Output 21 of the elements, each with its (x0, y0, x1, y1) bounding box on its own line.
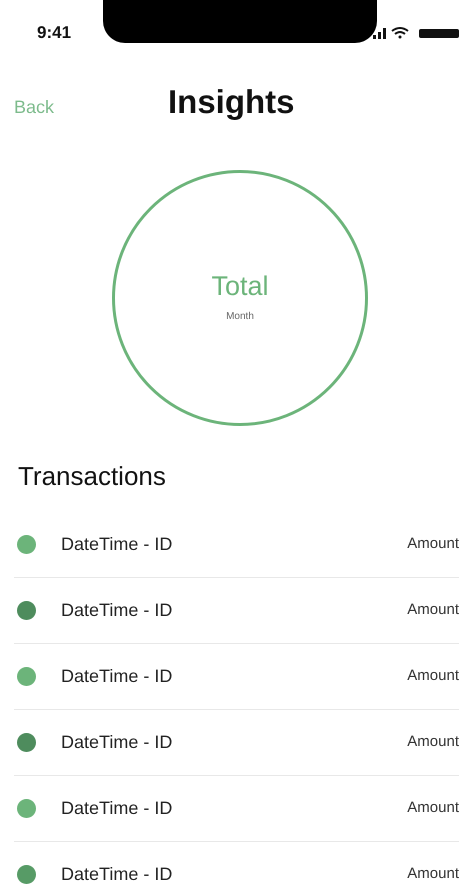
transaction-amount: Amount (407, 534, 459, 554)
wifi-icon (391, 27, 409, 38)
back-link[interactable]: Back (14, 94, 54, 121)
signal-icon (373, 28, 386, 39)
transaction-amount: Amount (407, 864, 459, 884)
transaction-amount: Amount (407, 732, 459, 752)
transaction-label: DateTime - ID (61, 731, 172, 754)
transaction-label: DateTime - ID (61, 797, 172, 820)
transaction-label: DateTime - ID (61, 599, 172, 622)
transaction-label: DateTime - ID (61, 533, 172, 556)
transaction-amount: Amount (407, 798, 459, 818)
transaction-label: DateTime - ID (61, 665, 172, 688)
transaction-amount: Amount (407, 600, 459, 620)
battery-icon (419, 29, 459, 38)
section-title: Transactions (18, 461, 167, 492)
status-time: 9:41 (37, 22, 72, 44)
transaction-label: DateTime - ID (61, 863, 172, 886)
transaction-amount: Amount (407, 666, 459, 686)
period-label: Month (226, 310, 254, 324)
total-label: Total (211, 272, 269, 302)
page-title: Insights (168, 82, 295, 122)
